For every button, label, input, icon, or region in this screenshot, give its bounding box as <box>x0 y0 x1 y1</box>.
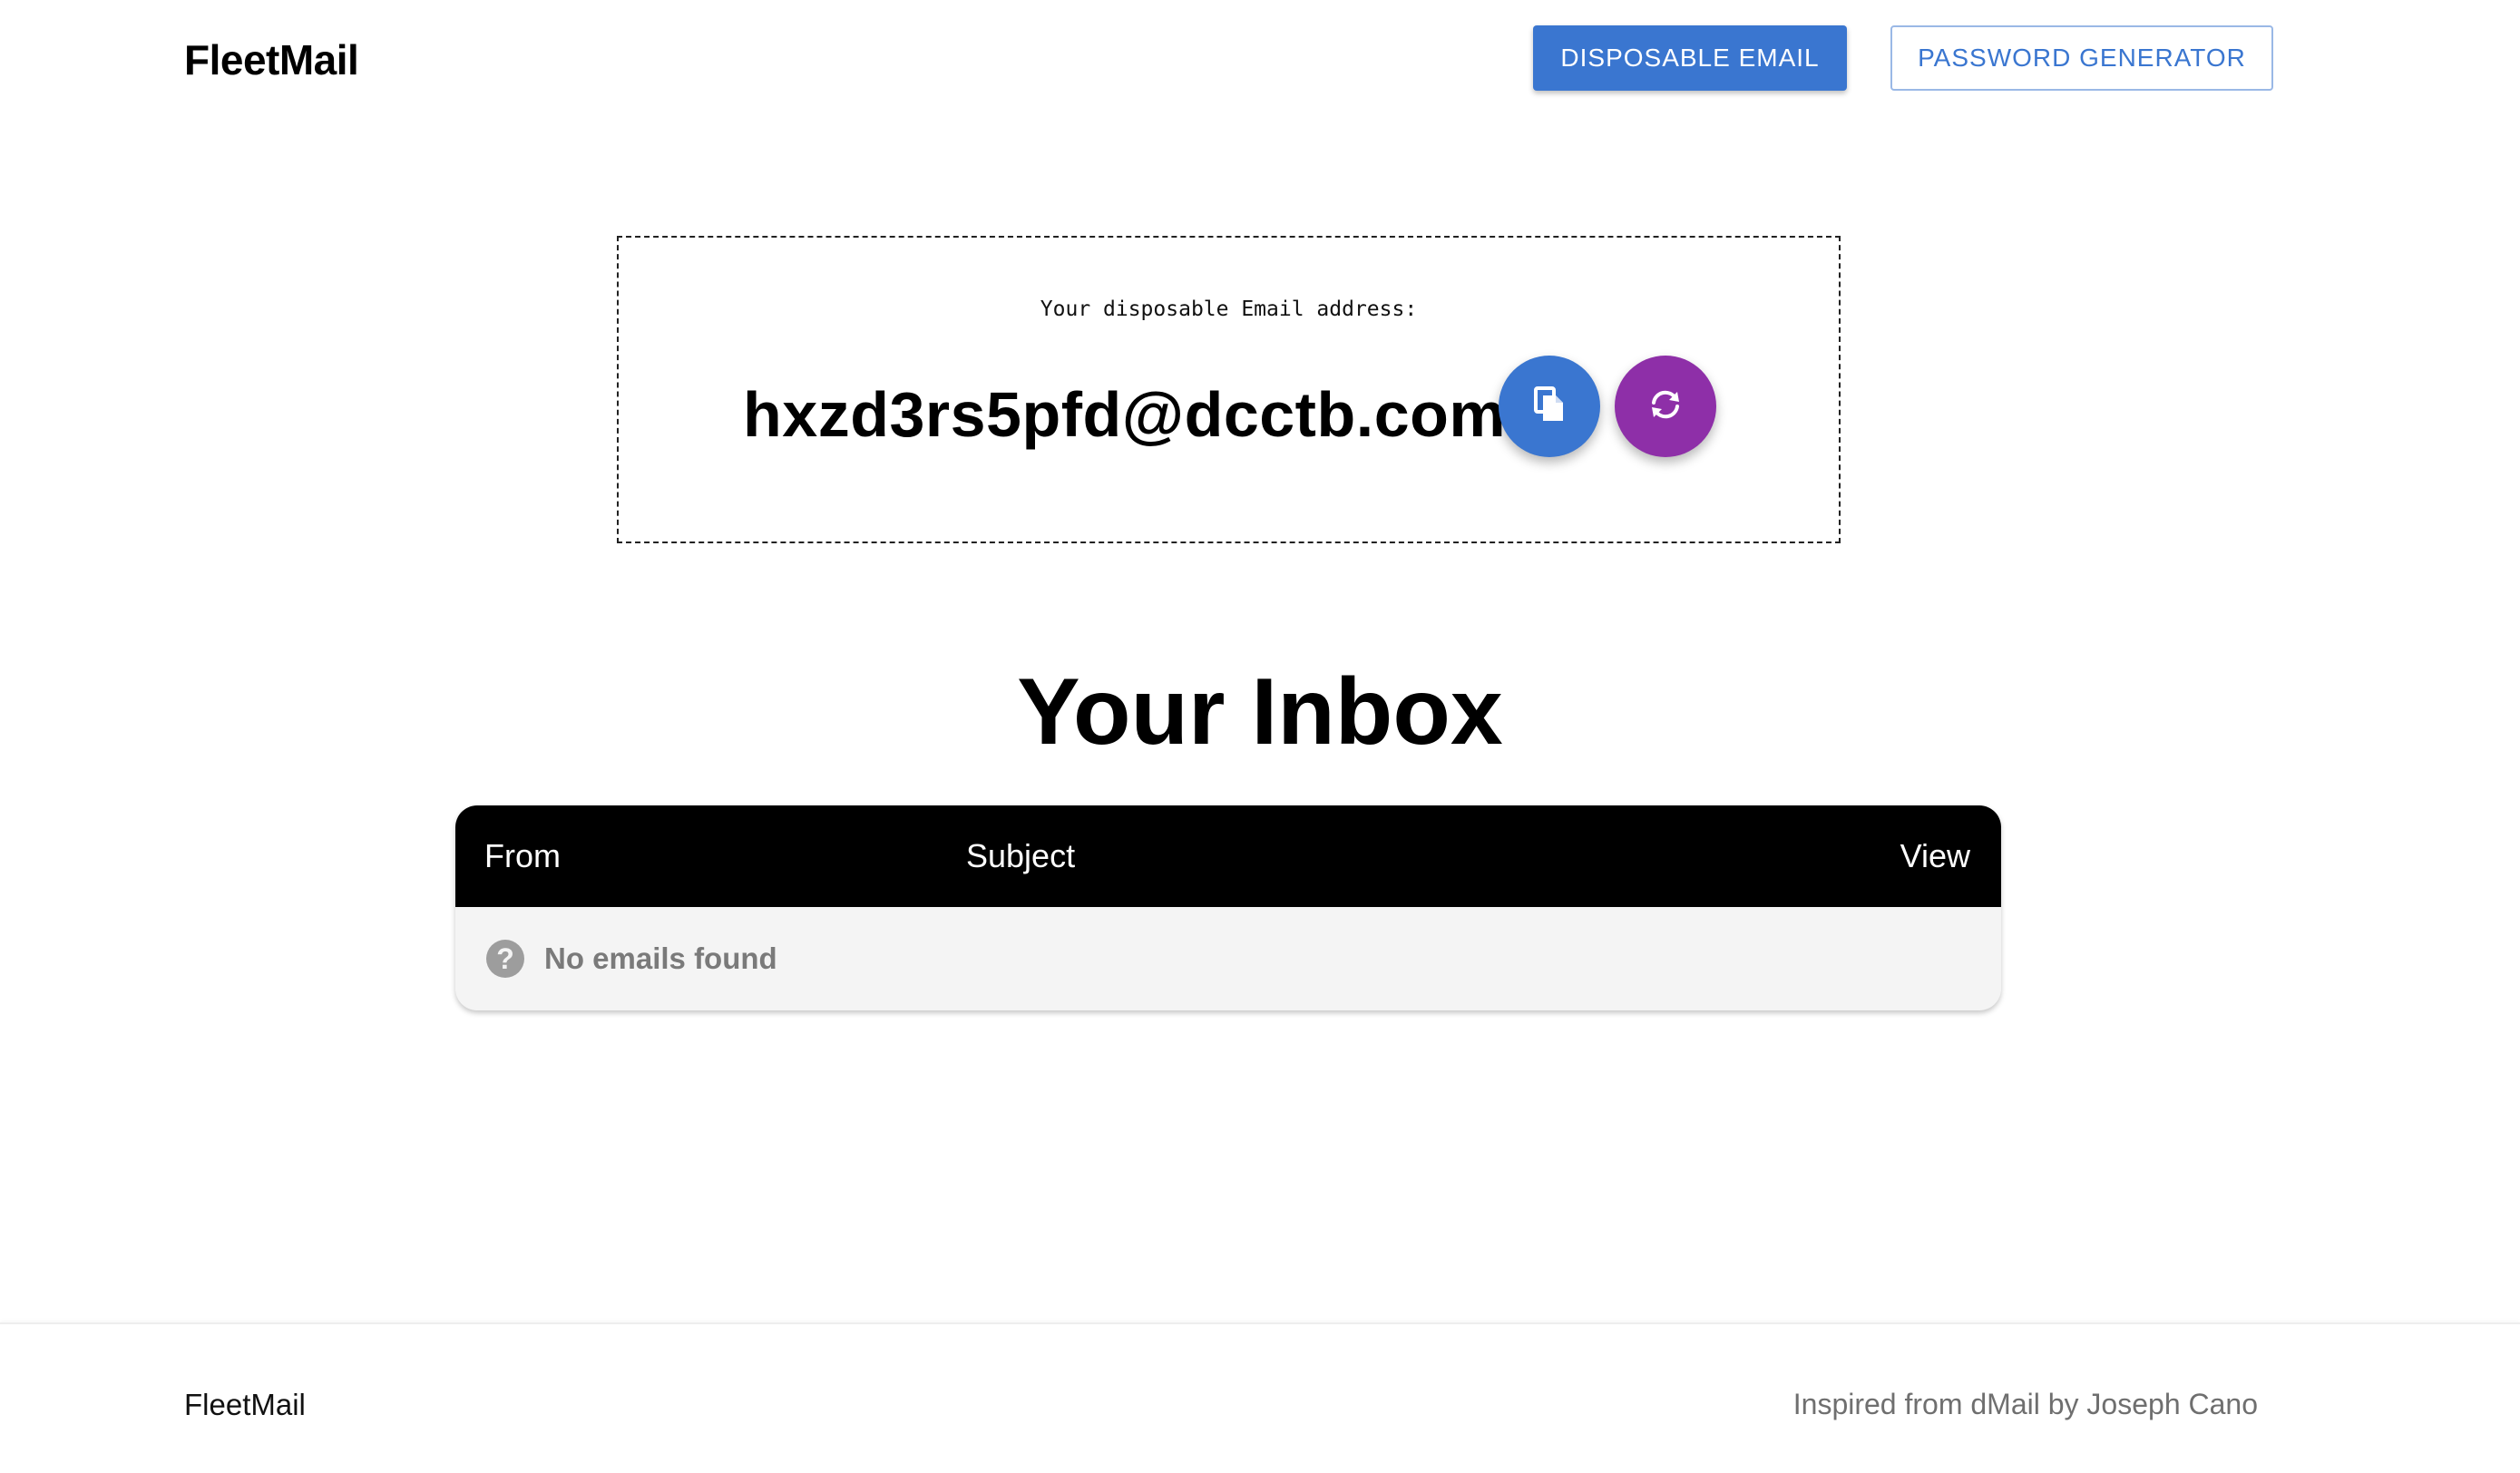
empty-inbox-message: No emails found <box>544 941 777 975</box>
brand-logo[interactable]: FleetMail <box>184 34 359 85</box>
password-generator-button[interactable]: PASSWORD GENERATOR <box>1890 25 2273 91</box>
email-caption: Your disposable Email address: <box>1040 298 1418 321</box>
inbox-table: From Subject View ? No emails found <box>455 805 2001 1010</box>
empty-inbox-row: ? No emails found <box>455 907 2001 1010</box>
disposable-email-button[interactable]: DISPOSABLE EMAIL <box>1533 25 1847 91</box>
copy-email-button[interactable] <box>1499 356 1600 457</box>
column-header-view: View <box>1900 837 1970 874</box>
email-address: hxzd3rs5pfd@dcctb.com <box>743 379 1507 450</box>
footer-credit: Inspired from dMail by Joseph Cano <box>1792 1388 2258 1420</box>
inbox-title: Your Inbox <box>1017 659 1503 765</box>
column-header-subject: Subject <box>966 837 1076 874</box>
page-footer: FleetMail Inspired from dMail by Joseph … <box>0 1322 2520 1473</box>
refresh-icon <box>1649 390 1682 424</box>
help-circle-icon: ? <box>486 940 524 978</box>
footer-brand: FleetMail <box>184 1388 306 1421</box>
copy-icon <box>1534 385 1565 427</box>
email-address-panel: Your disposable Email address: hxzd3rs5p… <box>617 236 1841 543</box>
inbox-table-header: From Subject View <box>455 805 2001 907</box>
app-header: FleetMail DISPOSABLE EMAIL PASSWORD GENE… <box>0 0 2520 118</box>
column-header-from: From <box>484 837 561 874</box>
refresh-email-button[interactable] <box>1615 356 1716 457</box>
